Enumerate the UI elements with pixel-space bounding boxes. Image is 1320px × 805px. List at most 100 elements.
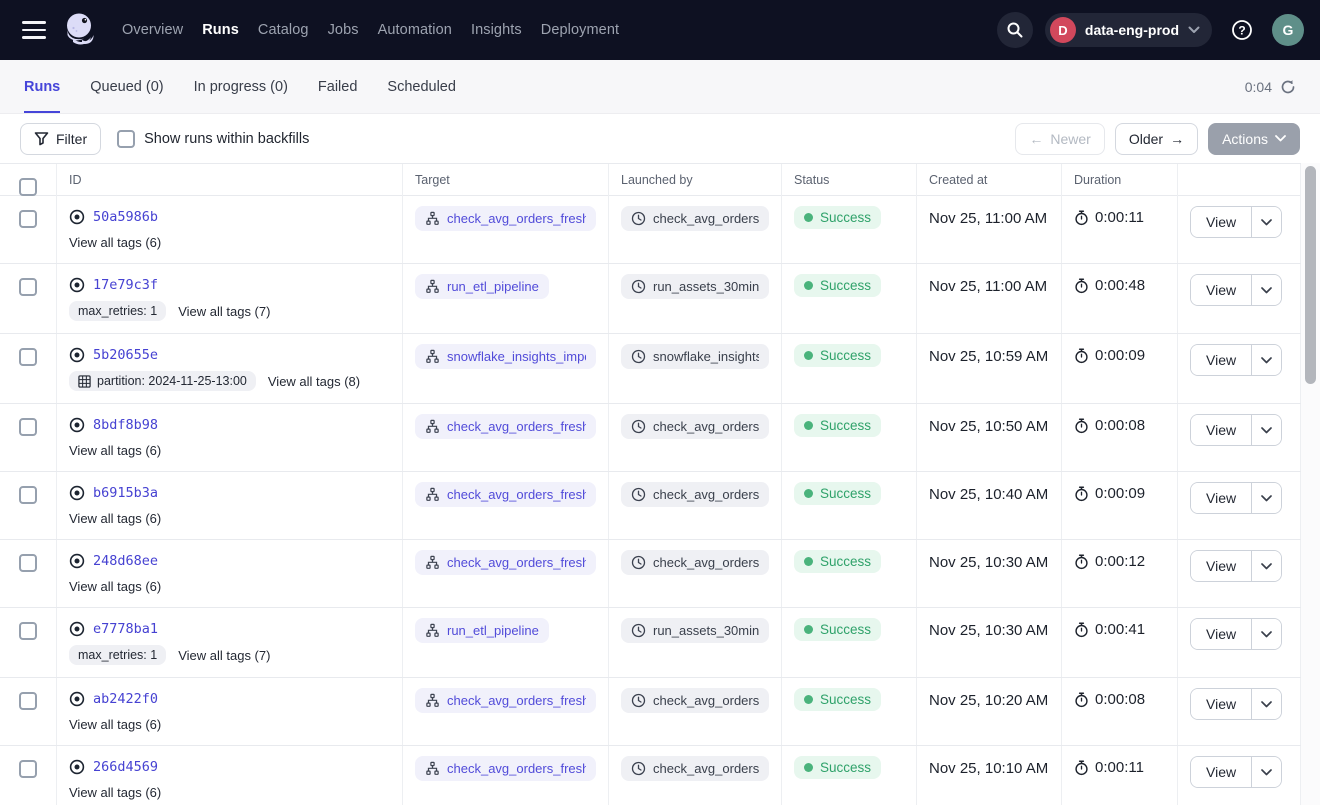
chevron-down-icon bbox=[1261, 701, 1272, 708]
row-checkbox[interactable] bbox=[19, 760, 37, 778]
target-pill[interactable]: check_avg_orders_freshne bbox=[415, 482, 596, 507]
tab-in-progress-0[interactable]: In progress (0) bbox=[194, 60, 288, 113]
target-pill[interactable]: run_etl_pipeline bbox=[415, 274, 549, 299]
tab-queued-0[interactable]: Queued (0) bbox=[90, 60, 163, 113]
view-all-tags-link[interactable]: View all tags (6) bbox=[69, 443, 161, 458]
target-pill[interactable]: check_avg_orders_freshne bbox=[415, 550, 596, 575]
clock-icon bbox=[631, 279, 646, 294]
view-button[interactable]: View bbox=[1191, 345, 1251, 375]
target-pill[interactable]: snowflake_insights_import bbox=[415, 344, 596, 369]
view-dropdown-button[interactable] bbox=[1251, 757, 1281, 787]
view-button[interactable]: View bbox=[1191, 551, 1251, 581]
id-cell: 17e79c3f max_retries: 1 View all tags (7) bbox=[57, 264, 403, 333]
view-dropdown-button[interactable] bbox=[1251, 483, 1281, 513]
nav-item-catalog[interactable]: Catalog bbox=[258, 22, 309, 38]
tab-scheduled[interactable]: Scheduled bbox=[387, 60, 456, 113]
target-pill[interactable]: check_avg_orders_freshne bbox=[415, 688, 596, 713]
tab-failed[interactable]: Failed bbox=[318, 60, 358, 113]
row-checkbox[interactable] bbox=[19, 210, 37, 228]
search-button[interactable] bbox=[997, 12, 1033, 48]
run-id-link[interactable]: 50a5986b bbox=[93, 209, 158, 225]
tag-pill[interactable]: max_retries: 1 bbox=[69, 645, 166, 665]
tag-pill[interactable]: max_retries: 1 bbox=[69, 301, 166, 321]
view-button[interactable]: View bbox=[1191, 619, 1251, 649]
hamburger-menu-icon[interactable] bbox=[22, 21, 46, 39]
view-dropdown-button[interactable] bbox=[1251, 207, 1281, 237]
launched-by-pill[interactable]: check_avg_orders_f… bbox=[621, 688, 769, 713]
run-id-link[interactable]: e7778ba1 bbox=[93, 621, 158, 637]
run-id-link[interactable]: 8bdf8b98 bbox=[93, 417, 158, 433]
tab-runs[interactable]: Runs bbox=[24, 60, 60, 113]
view-dropdown-button[interactable] bbox=[1251, 415, 1281, 445]
view-dropdown-button[interactable] bbox=[1251, 345, 1281, 375]
view-button[interactable]: View bbox=[1191, 415, 1251, 445]
older-button[interactable]: Older → bbox=[1115, 123, 1198, 155]
run-id-link[interactable]: 5b20655e bbox=[93, 347, 158, 363]
launched-by-pill[interactable]: run_assets_30min bbox=[621, 274, 769, 299]
status-badge: Success bbox=[794, 344, 881, 367]
target-pill[interactable]: run_etl_pipeline bbox=[415, 618, 549, 643]
target-pill[interactable]: check_avg_orders_freshne bbox=[415, 756, 596, 781]
view-all-tags-link[interactable]: View all tags (6) bbox=[69, 579, 161, 594]
view-all-tags-link[interactable]: View all tags (6) bbox=[69, 235, 161, 250]
launched-by-pill[interactable]: snowflake_insights_… bbox=[621, 344, 769, 369]
row-checkbox[interactable] bbox=[19, 348, 37, 366]
view-all-tags-link[interactable]: View all tags (6) bbox=[69, 717, 161, 732]
scrollbar-thumb[interactable] bbox=[1305, 166, 1316, 384]
nav-item-automation[interactable]: Automation bbox=[378, 22, 452, 38]
success-dot-icon bbox=[804, 489, 813, 498]
nav-item-runs[interactable]: Runs bbox=[202, 22, 239, 38]
row-checkbox[interactable] bbox=[19, 418, 37, 436]
row-checkbox[interactable] bbox=[19, 278, 37, 296]
run-id-link[interactable]: ab2422f0 bbox=[93, 691, 158, 707]
view-all-tags-link[interactable]: View all tags (7) bbox=[178, 304, 270, 319]
run-id-link[interactable]: b6915b3a bbox=[93, 485, 158, 501]
show-backfills-checkbox[interactable] bbox=[117, 130, 135, 148]
user-avatar[interactable]: G bbox=[1272, 14, 1304, 46]
view-button[interactable]: View bbox=[1191, 757, 1251, 787]
select-all-checkbox[interactable] bbox=[19, 178, 37, 196]
view-button[interactable]: View bbox=[1191, 483, 1251, 513]
view-all-tags-link[interactable]: View all tags (6) bbox=[69, 785, 161, 800]
view-dropdown-button[interactable] bbox=[1251, 619, 1281, 649]
nav-item-overview[interactable]: Overview bbox=[122, 22, 183, 38]
view-all-tags-link[interactable]: View all tags (8) bbox=[268, 374, 360, 389]
view-button[interactable]: View bbox=[1191, 275, 1251, 305]
launched-by-pill[interactable]: check_avg_orders_f… bbox=[621, 206, 769, 231]
help-button[interactable]: ? bbox=[1224, 12, 1260, 48]
run-id-link[interactable]: 266d4569 bbox=[93, 759, 158, 775]
launched-by-pill[interactable]: check_avg_orders_f… bbox=[621, 756, 769, 781]
row-checkbox[interactable] bbox=[19, 692, 37, 710]
target-pill[interactable]: check_avg_orders_freshne bbox=[415, 414, 596, 439]
dagster-logo[interactable] bbox=[60, 10, 100, 50]
nav-item-insights[interactable]: Insights bbox=[471, 22, 522, 38]
nav-item-jobs[interactable]: Jobs bbox=[328, 22, 359, 38]
target-cell: check_avg_orders_freshne bbox=[403, 540, 609, 607]
newer-button[interactable]: ← Newer bbox=[1015, 123, 1104, 155]
view-all-tags-link[interactable]: View all tags (6) bbox=[69, 511, 161, 526]
tag-pill[interactable]: partition: 2024-11-25-13:00 bbox=[69, 371, 256, 391]
nav-item-deployment[interactable]: Deployment bbox=[541, 22, 619, 38]
vertical-scrollbar[interactable] bbox=[1301, 163, 1320, 805]
view-dropdown-button[interactable] bbox=[1251, 275, 1281, 305]
actions-button[interactable]: Actions bbox=[1208, 123, 1300, 155]
run-id-link[interactable]: 248d68ee bbox=[93, 553, 158, 569]
row-checkbox[interactable] bbox=[19, 622, 37, 640]
view-dropdown-button[interactable] bbox=[1251, 689, 1281, 719]
view-all-tags-link[interactable]: View all tags (7) bbox=[178, 648, 270, 663]
view-dropdown-button[interactable] bbox=[1251, 551, 1281, 581]
deployment-switcher[interactable]: D data-eng-prod bbox=[1045, 13, 1212, 47]
target-pill[interactable]: check_avg_orders_freshne bbox=[415, 206, 596, 231]
launched-by-pill[interactable]: check_avg_orders_f… bbox=[621, 550, 769, 575]
run-id-link[interactable]: 17e79c3f bbox=[93, 277, 158, 293]
view-button[interactable]: View bbox=[1191, 689, 1251, 719]
row-checkbox[interactable] bbox=[19, 486, 37, 504]
launched-by-pill[interactable]: check_avg_orders_f… bbox=[621, 482, 769, 507]
row-checkbox[interactable] bbox=[19, 554, 37, 572]
backfills-checkbox-wrap[interactable]: Show runs within backfills bbox=[117, 130, 309, 148]
launched-by-pill[interactable]: run_assets_30min bbox=[621, 618, 769, 643]
refresh-icon[interactable] bbox=[1280, 79, 1296, 95]
launched-by-pill[interactable]: check_avg_orders_f… bbox=[621, 414, 769, 439]
view-button[interactable]: View bbox=[1191, 207, 1251, 237]
filter-button[interactable]: Filter bbox=[20, 123, 101, 155]
